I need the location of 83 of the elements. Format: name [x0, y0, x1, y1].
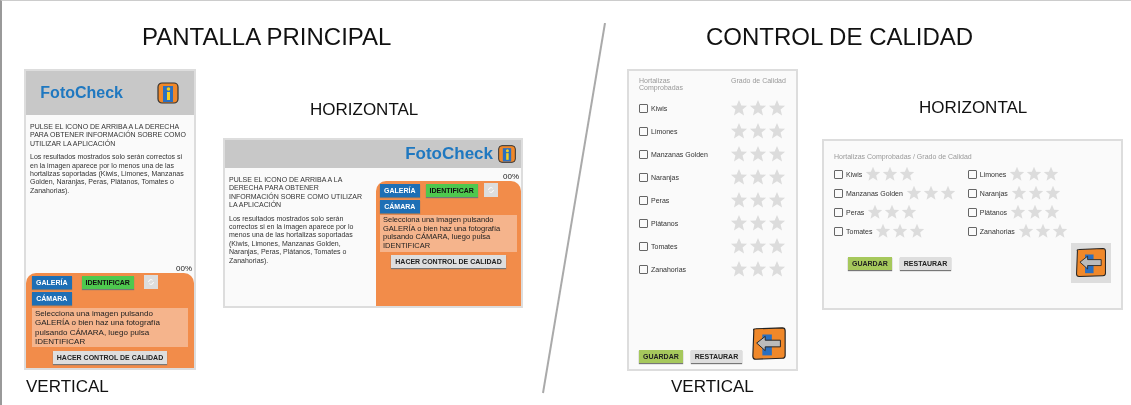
checkbox[interactable] [967, 169, 977, 179]
star-icon[interactable] [768, 145, 786, 163]
screen-caption: HORIZONTAL [310, 100, 419, 120]
section-title: CONTROL DE CALIDAD [706, 23, 974, 51]
star-icon[interactable] [1009, 166, 1026, 182]
checkbox[interactable] [639, 195, 648, 205]
star-icon[interactable] [909, 223, 926, 239]
refresh-icon [486, 186, 495, 194]
star-icon[interactable] [1044, 204, 1061, 220]
checkbox[interactable] [967, 207, 977, 217]
info-icon[interactable] [155, 81, 180, 105]
progress-percent: 00% [176, 264, 193, 274]
back-icon[interactable] [750, 325, 789, 363]
star-icon[interactable] [922, 185, 939, 201]
star-icon[interactable] [905, 185, 922, 201]
star-icon[interactable] [749, 145, 767, 163]
star-icon[interactable] [730, 214, 748, 232]
star-icon[interactable] [901, 204, 918, 220]
screen-caption: VERTICAL [671, 377, 754, 397]
star-icon[interactable] [1027, 204, 1044, 220]
star-icon[interactable] [1017, 223, 1034, 239]
checkbox[interactable] [967, 188, 977, 198]
screen-caption: VERTICAL [26, 377, 109, 397]
star-icon[interactable] [749, 214, 767, 232]
checkbox[interactable] [834, 207, 843, 217]
star-icon[interactable] [768, 122, 786, 140]
star-icon[interactable] [1010, 185, 1027, 201]
star-icon[interactable] [730, 122, 748, 140]
star-icon[interactable] [749, 122, 767, 140]
star-icon[interactable] [730, 145, 748, 163]
checkbox[interactable] [834, 188, 843, 198]
checkbox[interactable] [639, 103, 648, 113]
progress-percent: 00% [503, 172, 520, 181]
star-icon[interactable] [875, 223, 892, 239]
star-icon[interactable] [865, 166, 882, 182]
refresh-icon [146, 278, 155, 287]
star-icon[interactable] [1034, 223, 1051, 239]
star-icon[interactable] [884, 204, 901, 220]
star-icon[interactable] [1044, 185, 1061, 201]
back-icon[interactable] [1074, 246, 1108, 280]
star-icon[interactable] [730, 168, 748, 186]
star-icon[interactable] [892, 223, 909, 239]
star-icon[interactable] [1026, 166, 1043, 182]
star-icon[interactable] [768, 168, 786, 186]
star-icon[interactable] [882, 166, 899, 182]
checkbox[interactable] [834, 226, 843, 236]
refresh-button[interactable] [143, 275, 158, 290]
star-icon[interactable] [768, 260, 786, 278]
checkbox[interactable] [639, 126, 648, 136]
star-icon[interactable] [749, 260, 767, 278]
star-icon[interactable] [749, 237, 767, 255]
star-icon[interactable] [730, 99, 748, 117]
checkbox[interactable] [967, 226, 977, 236]
info-icon[interactable] [497, 144, 517, 164]
star-icon[interactable] [768, 237, 786, 255]
section-title: PANTALLA PRINCIPAL [142, 23, 392, 51]
star-icon[interactable] [867, 204, 884, 220]
message-text: Selecciona una imagen pulsando GALERÍA o bien haz una fotografía pulsando CÁMARA, luego pulsa IDENTIFICAR [32, 308, 188, 347]
star-icon[interactable] [768, 191, 786, 209]
screen-caption: HORIZONTAL [919, 98, 1028, 118]
app-title: FotoCheck [40, 84, 123, 102]
star-icon[interactable] [749, 191, 767, 209]
checkbox[interactable] [639, 264, 648, 274]
checkbox[interactable] [639, 149, 648, 159]
star-icon[interactable] [730, 237, 748, 255]
star-icon[interactable] [768, 214, 786, 232]
star-icon[interactable] [749, 168, 767, 186]
refresh-button[interactable] [483, 183, 498, 197]
checkbox[interactable] [639, 218, 648, 228]
star-icon[interactable] [749, 99, 767, 117]
star-icon[interactable] [768, 99, 786, 117]
app-title: FotoCheck [405, 144, 493, 164]
star-icon[interactable] [939, 185, 956, 201]
star-icon[interactable] [899, 166, 916, 182]
star-icon[interactable] [1010, 204, 1027, 220]
star-icon[interactable] [1027, 185, 1044, 201]
star-icon[interactable] [730, 260, 748, 278]
checkbox[interactable] [834, 169, 843, 179]
star-icon[interactable] [1051, 223, 1068, 239]
star-icon[interactable] [730, 191, 748, 209]
star-icon[interactable] [1043, 166, 1060, 182]
checkbox[interactable] [639, 241, 648, 251]
checkbox[interactable] [639, 172, 648, 182]
